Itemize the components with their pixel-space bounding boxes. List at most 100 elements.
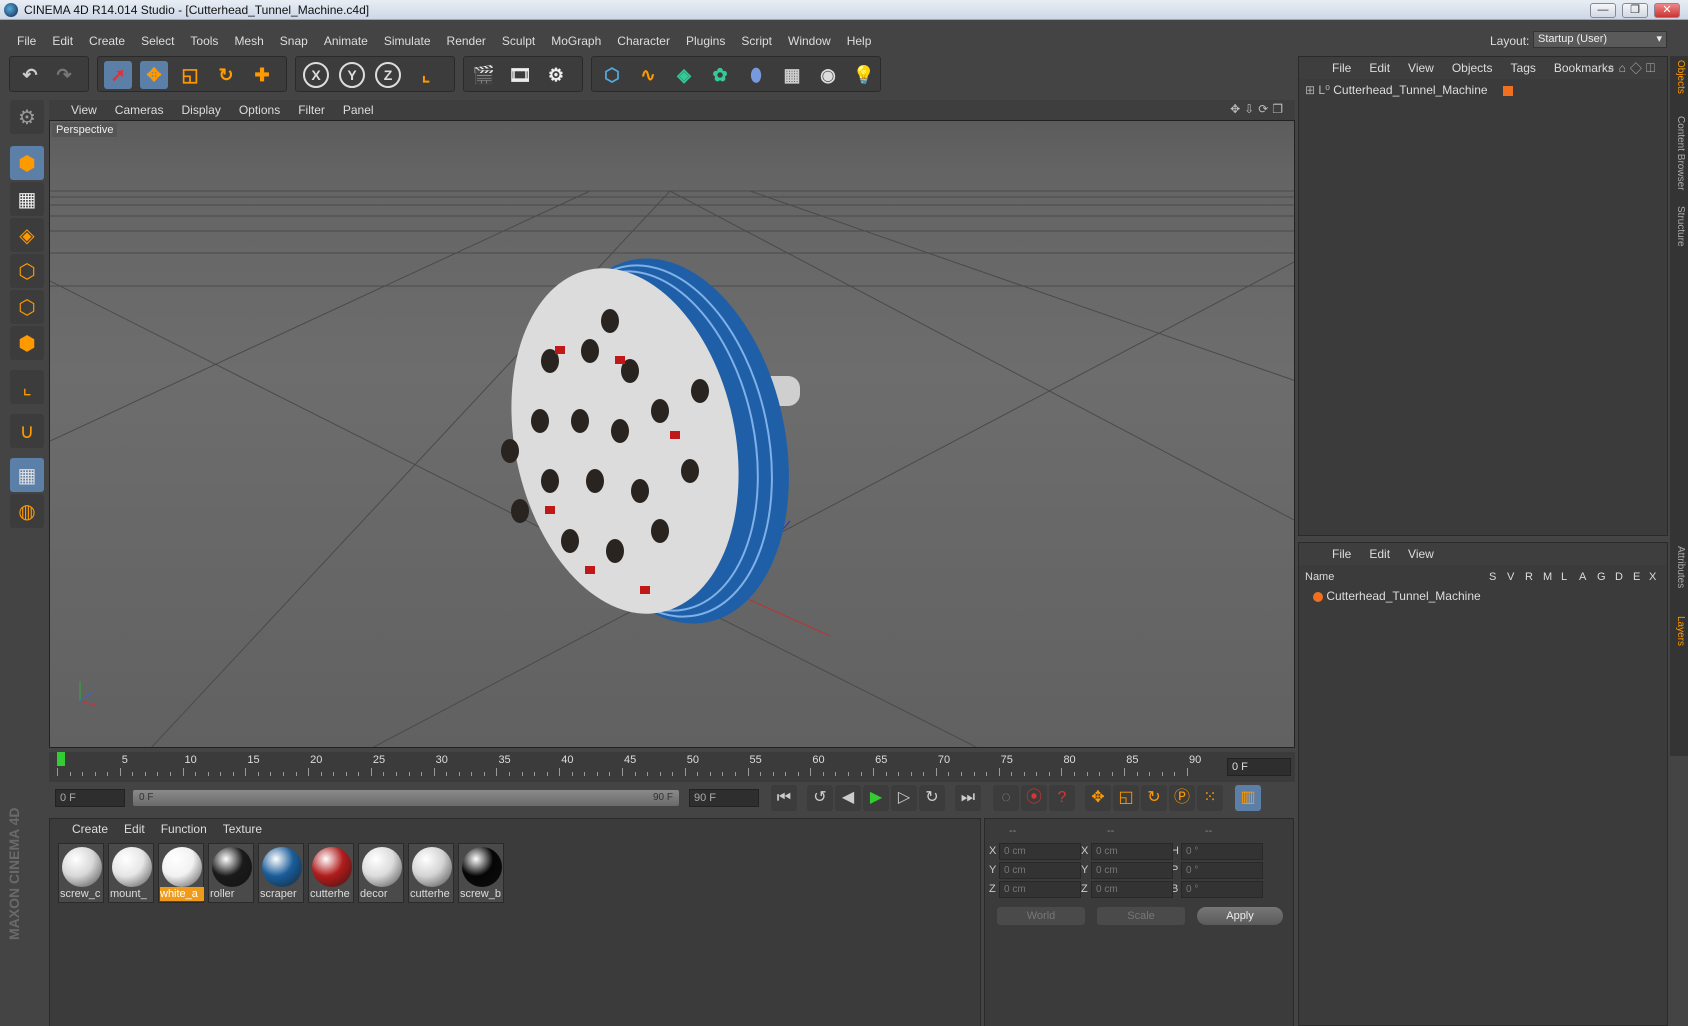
layer-color-swatch[interactable] xyxy=(1313,591,1323,602)
object-menu-edit[interactable]: Edit xyxy=(1360,57,1399,79)
render-settings-icon[interactable]: ⚙ xyxy=(542,61,570,89)
menu-snap[interactable]: Snap xyxy=(272,30,316,52)
render-picture-viewer-icon[interactable]: 🎞 xyxy=(506,61,534,89)
scale-icon[interactable]: ◱ xyxy=(176,61,204,89)
move-icon[interactable]: ✥ xyxy=(140,61,168,89)
menu-animate[interactable]: Animate xyxy=(316,30,376,52)
cutterhead-model[interactable] xyxy=(481,236,821,646)
perspective-viewport[interactable]: Perspective xyxy=(49,120,1295,748)
coord-space-select[interactable]: World xyxy=(997,907,1085,925)
x-axis-lock-icon[interactable]: X xyxy=(302,61,330,89)
layer-row[interactable]: Cutterhead_Tunnel_Machine xyxy=(1313,589,1481,603)
layer-column-header[interactable]: S xyxy=(1489,571,1496,583)
rotate-icon[interactable]: ↻ xyxy=(212,61,240,89)
next-key-icon[interactable]: ↻ xyxy=(919,785,945,811)
coord-value-field[interactable]: 0 cm xyxy=(999,862,1081,879)
render-view-icon[interactable]: 🎬 xyxy=(470,61,498,89)
menu-simulate[interactable]: Simulate xyxy=(376,30,439,52)
object-menu-file[interactable]: File xyxy=(1323,57,1360,79)
menu-sculpt[interactable]: Sculpt xyxy=(494,30,543,52)
points-mode-icon[interactable]: ⬡ xyxy=(10,254,44,288)
cube-primitive-icon[interactable]: ⬡ xyxy=(598,61,626,89)
undo-icon[interactable]: ↶ xyxy=(16,61,44,89)
tab-layers[interactable]: Layers xyxy=(1672,616,1686,646)
layer-name[interactable]: Cutterhead_Tunnel_Machine xyxy=(1326,589,1480,603)
polygons-mode-icon[interactable]: ⬢ xyxy=(10,326,44,360)
object-menu-view[interactable]: View xyxy=(1399,57,1443,79)
y-axis-lock-icon[interactable]: Y xyxy=(338,61,366,89)
menu-mograph[interactable]: MoGraph xyxy=(543,30,609,52)
model-mode-icon[interactable]: ⬢ xyxy=(10,146,44,180)
layer-column-header[interactable]: G xyxy=(1597,571,1606,583)
material-swatch[interactable]: mount_ xyxy=(108,843,154,903)
texture-mode-icon[interactable]: ▦ xyxy=(10,182,44,216)
layer-column-header[interactable]: D xyxy=(1615,571,1623,583)
close-button[interactable]: ✕ xyxy=(1654,3,1680,18)
layer-menu-edit[interactable]: Edit xyxy=(1360,543,1399,565)
menu-file[interactable]: File xyxy=(9,30,44,52)
menu-edit[interactable]: Edit xyxy=(44,30,81,52)
camera-icon[interactable]: ◉ xyxy=(814,61,842,89)
coord-value-field[interactable]: 0 cm xyxy=(999,881,1081,898)
material-swatch[interactable]: cutterhe xyxy=(308,843,354,903)
coord-value-field[interactable]: 0 cm xyxy=(999,843,1081,860)
previous-frame-icon[interactable]: ◀ xyxy=(835,785,861,811)
end-frame-field[interactable]: 90 F xyxy=(689,789,759,807)
coord-value-field[interactable]: 0 cm xyxy=(1091,843,1173,860)
workplane-lock-icon[interactable]: ▦ xyxy=(10,458,44,492)
layer-column-header[interactable]: M xyxy=(1543,571,1552,583)
menu-mesh[interactable]: Mesh xyxy=(226,30,271,52)
menu-tools[interactable]: Tools xyxy=(182,30,226,52)
menu-plugins[interactable]: Plugins xyxy=(678,30,733,52)
coord-value-field[interactable]: 0 ° xyxy=(1181,862,1263,879)
layer-column-header[interactable]: A xyxy=(1579,571,1586,583)
menu-character[interactable]: Character xyxy=(609,30,678,52)
object-search-icons[interactable]: ⌕⌂◇◫ xyxy=(1608,61,1659,76)
layer-column-header[interactable]: Name xyxy=(1305,571,1334,583)
viewport-menu-display[interactable]: Display xyxy=(172,100,229,120)
deformer-icon[interactable]: ⬮ xyxy=(742,61,770,89)
tab-attributes[interactable]: Attributes xyxy=(1672,546,1686,588)
viewport-menu-cameras[interactable]: Cameras xyxy=(106,100,173,120)
viewport-navigation-icons[interactable]: ✥⇩⟳❐ xyxy=(1230,102,1287,116)
coord-value-field[interactable]: 0 cm xyxy=(1091,881,1173,898)
timeline-ruler[interactable]: 051015202530354045505560657075808590 xyxy=(57,752,1207,780)
record-keys-icon[interactable]: ◌ xyxy=(993,785,1019,811)
coord-mode-select[interactable]: Scale xyxy=(1097,907,1185,925)
z-axis-lock-icon[interactable]: Z xyxy=(374,61,402,89)
timeline[interactable]: 051015202530354045505560657075808590 0 F xyxy=(49,752,1295,782)
next-frame-icon[interactable]: ▷ xyxy=(891,785,917,811)
previous-key-icon[interactable]: ↺ xyxy=(807,785,833,811)
go-to-start-icon[interactable]: ⏮ xyxy=(771,785,797,811)
apply-button[interactable]: Apply xyxy=(1197,907,1283,925)
key-pla-icon[interactable]: ⁙ xyxy=(1197,785,1223,811)
tab-structure[interactable]: Structure xyxy=(1672,206,1686,247)
floor-icon[interactable]: ▦ xyxy=(778,61,806,89)
menu-window[interactable]: Window xyxy=(780,30,839,52)
menu-help[interactable]: Help xyxy=(839,30,880,52)
material-menu-texture[interactable]: Texture xyxy=(215,819,270,839)
material-swatch[interactable]: scraper xyxy=(258,843,304,903)
maximize-button[interactable]: ❐ xyxy=(1622,3,1648,18)
edges-mode-icon[interactable]: ⬡ xyxy=(10,290,44,324)
layer-column-header[interactable]: X xyxy=(1649,571,1656,583)
object-row[interactable]: ⊞ L⁰ Cutterhead_Tunnel_Machine xyxy=(1305,83,1513,97)
layer-column-header[interactable]: E xyxy=(1633,571,1640,583)
material-swatch[interactable]: decor xyxy=(358,843,404,903)
redo-icon[interactable]: ↷ xyxy=(50,61,78,89)
menu-render[interactable]: Render xyxy=(439,30,494,52)
make-editable-icon[interactable]: ⚙ xyxy=(10,100,44,134)
spline-icon[interactable]: ∿ xyxy=(634,61,662,89)
material-swatch[interactable]: cutterhe xyxy=(408,843,454,903)
light-icon[interactable]: 💡 xyxy=(850,61,878,89)
key-parameter-icon[interactable]: Ⓟ xyxy=(1169,785,1195,811)
material-menu-edit[interactable]: Edit xyxy=(116,819,153,839)
coordinate-system-icon[interactable]: ⌞ xyxy=(412,61,440,89)
viewport-menu-options[interactable]: Options xyxy=(230,100,289,120)
recent-tool-icon[interactable]: ✚ xyxy=(248,61,276,89)
coord-value-field[interactable]: 0 ° xyxy=(1181,843,1263,860)
autokey-icon[interactable]: ⦿ xyxy=(1021,785,1047,811)
snap-magnet-icon[interactable]: ∪ xyxy=(10,414,44,448)
key-scale-icon[interactable]: ◱ xyxy=(1113,785,1139,811)
viewport-menu-panel[interactable]: Panel xyxy=(334,100,383,120)
